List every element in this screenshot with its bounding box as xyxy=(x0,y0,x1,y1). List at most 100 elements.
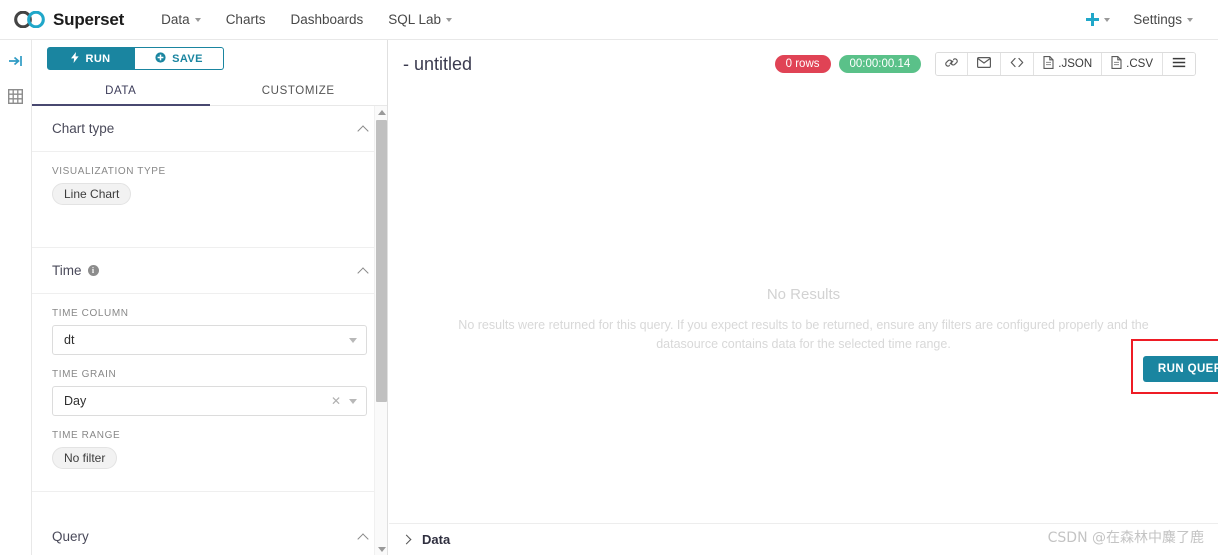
time-grain-select[interactable]: Day ✕ xyxy=(52,386,367,416)
section-header-time[interactable]: Time i xyxy=(32,248,387,294)
tab-customize[interactable]: CUSTOMIZE xyxy=(210,79,388,105)
field-time-column: TIME COLUMN dt xyxy=(52,308,367,355)
panel-scroll-area: Chart type VISUALIZATION TYPE Line Chart… xyxy=(32,106,387,555)
code-brackets-icon xyxy=(1010,57,1024,71)
info-circle-icon[interactable]: i xyxy=(87,265,99,276)
no-results-title: No Results xyxy=(766,286,841,303)
time-column-value: dt xyxy=(64,333,75,347)
chevron-down-icon xyxy=(446,17,453,22)
chevron-up-icon xyxy=(357,266,369,279)
chevron-down-icon xyxy=(194,17,201,22)
export-csv-label: .CSV xyxy=(1126,58,1153,70)
field-time-grain: TIME GRAIN Day ✕ xyxy=(52,369,367,416)
time-range-value[interactable]: No filter xyxy=(52,447,118,469)
save-button[interactable]: SAVE xyxy=(135,47,224,70)
run-button[interactable]: RUN xyxy=(47,47,135,70)
chart-main-area: - untitled 0 rows 00:00:00.14 .JSON .CSV… xyxy=(389,40,1218,555)
arrow-to-right-bar-icon[interactable] xyxy=(8,54,24,73)
nav-right-group: Settings xyxy=(1078,6,1204,33)
section-header-query[interactable]: Query xyxy=(32,514,387,555)
chart-header: - untitled 0 rows 00:00:00.14 .JSON .CSV xyxy=(389,40,1218,88)
time-column-select[interactable]: dt xyxy=(52,325,367,355)
file-icon xyxy=(1111,56,1122,72)
data-panel-label: Data xyxy=(422,532,451,547)
lightning-bolt-icon xyxy=(71,51,80,66)
share-link-button[interactable] xyxy=(936,53,969,75)
panel-action-bar: RUN SAVE xyxy=(32,40,387,70)
run-button-label: RUN xyxy=(85,52,111,65)
nav-item-label: Charts xyxy=(225,12,266,27)
timer-badge: 00:00:00.14 xyxy=(838,55,922,73)
scroll-up-arrow-icon[interactable] xyxy=(375,106,387,118)
panel-tabs: DATA CUSTOMIZE xyxy=(32,79,387,106)
superset-infinity-logo-icon xyxy=(14,11,46,28)
chart-header-actions: 0 rows 00:00:00.14 .JSON .CSV xyxy=(774,52,1196,76)
page-title[interactable]: - untitled xyxy=(403,54,472,75)
plus-circle-icon xyxy=(155,51,166,66)
chevron-down-icon xyxy=(1104,17,1111,22)
hamburger-menu-icon xyxy=(1172,57,1186,71)
chevron-up-icon xyxy=(357,124,369,137)
close-x-icon[interactable]: ✕ xyxy=(331,394,341,408)
export-json-button[interactable]: .JSON xyxy=(1034,53,1103,75)
nav-item-dashboards[interactable]: Dashboards xyxy=(279,6,374,33)
scrollbar-thumb[interactable] xyxy=(376,120,387,402)
visualization-type-value[interactable]: Line Chart xyxy=(52,183,132,205)
chain-link-icon xyxy=(945,56,959,72)
chevron-down-icon xyxy=(349,337,357,343)
export-csv-button[interactable]: .CSV xyxy=(1102,53,1163,75)
chevron-right-icon xyxy=(401,534,412,545)
run-query-button[interactable]: RUN QUERY xyxy=(1143,356,1218,382)
left-icon-rail xyxy=(0,40,32,555)
nav-item-data[interactable]: Data xyxy=(150,6,212,33)
field-label-visualization-type: VISUALIZATION TYPE xyxy=(52,166,166,177)
chevron-down-icon xyxy=(349,398,357,404)
plus-icon xyxy=(1086,13,1100,26)
rows-badge: 0 rows xyxy=(774,55,831,73)
section-title-label: Time xyxy=(52,263,82,278)
field-label-time-column: TIME COLUMN xyxy=(52,308,129,319)
nav-item-charts[interactable]: Charts xyxy=(215,6,277,33)
panel-scrollbar[interactable] xyxy=(374,106,387,555)
email-button[interactable] xyxy=(968,53,1002,75)
nav-item-label: SQL Lab xyxy=(388,12,442,27)
nav-item-label: Data xyxy=(161,12,190,27)
top-navigation-bar: Superset Data Charts Dashboards SQL Lab xyxy=(0,0,1218,40)
save-button-label: SAVE xyxy=(172,52,203,65)
nav-item-sql-lab[interactable]: SQL Lab xyxy=(377,6,463,33)
file-icon xyxy=(1043,56,1054,72)
section-body-time: TIME COLUMN dt TIME GRAIN Day ✕ TIME RAN… xyxy=(32,294,387,492)
field-label-time-range: TIME RANGE xyxy=(52,430,121,441)
more-menu-button[interactable] xyxy=(1163,53,1195,75)
grid-table-icon[interactable] xyxy=(7,88,24,109)
section-title-label: Query xyxy=(52,529,89,544)
chevron-down-icon xyxy=(1187,17,1193,22)
tab-label: CUSTOMIZE xyxy=(261,85,335,97)
section-body-chart-type: VISUALIZATION TYPE Line Chart xyxy=(32,152,387,248)
embed-code-button[interactable] xyxy=(1001,53,1035,75)
section-header-chart-type[interactable]: Chart type xyxy=(32,106,387,152)
settings-menu[interactable]: Settings xyxy=(1122,6,1204,33)
superset-explore-page: Superset Data Charts Dashboards SQL Lab xyxy=(0,0,1218,555)
control-panel: RUN SAVE DATA CUSTOMIZE Chart type VISUA… xyxy=(32,40,388,555)
chevron-up-icon xyxy=(357,532,369,545)
chart-body: No Results No results were returned for … xyxy=(389,88,1218,523)
field-label-time-grain: TIME GRAIN xyxy=(52,369,117,380)
new-item-button[interactable] xyxy=(1078,7,1118,32)
scroll-down-arrow-icon[interactable] xyxy=(375,543,387,555)
settings-label: Settings xyxy=(1133,12,1182,27)
no-results-description: No results were returned for this query.… xyxy=(458,318,1149,351)
main-nav-items: Data Charts Dashboards SQL Lab xyxy=(150,6,463,33)
brand-name: Superset xyxy=(53,9,125,29)
no-results-placeholder: No Results No results were returned for … xyxy=(389,286,1218,354)
section-title-label: Chart type xyxy=(52,121,115,136)
export-action-group: .JSON .CSV xyxy=(935,52,1196,76)
watermark-text: CSDN @在森林中麋了鹿 xyxy=(1047,530,1204,546)
nav-item-label: Dashboards xyxy=(290,12,364,27)
tab-data[interactable]: DATA xyxy=(32,79,210,106)
brand-home-link[interactable]: Superset xyxy=(14,10,124,30)
export-json-label: .JSON xyxy=(1058,58,1093,70)
tab-label: DATA xyxy=(105,85,137,97)
envelope-icon xyxy=(977,57,992,71)
